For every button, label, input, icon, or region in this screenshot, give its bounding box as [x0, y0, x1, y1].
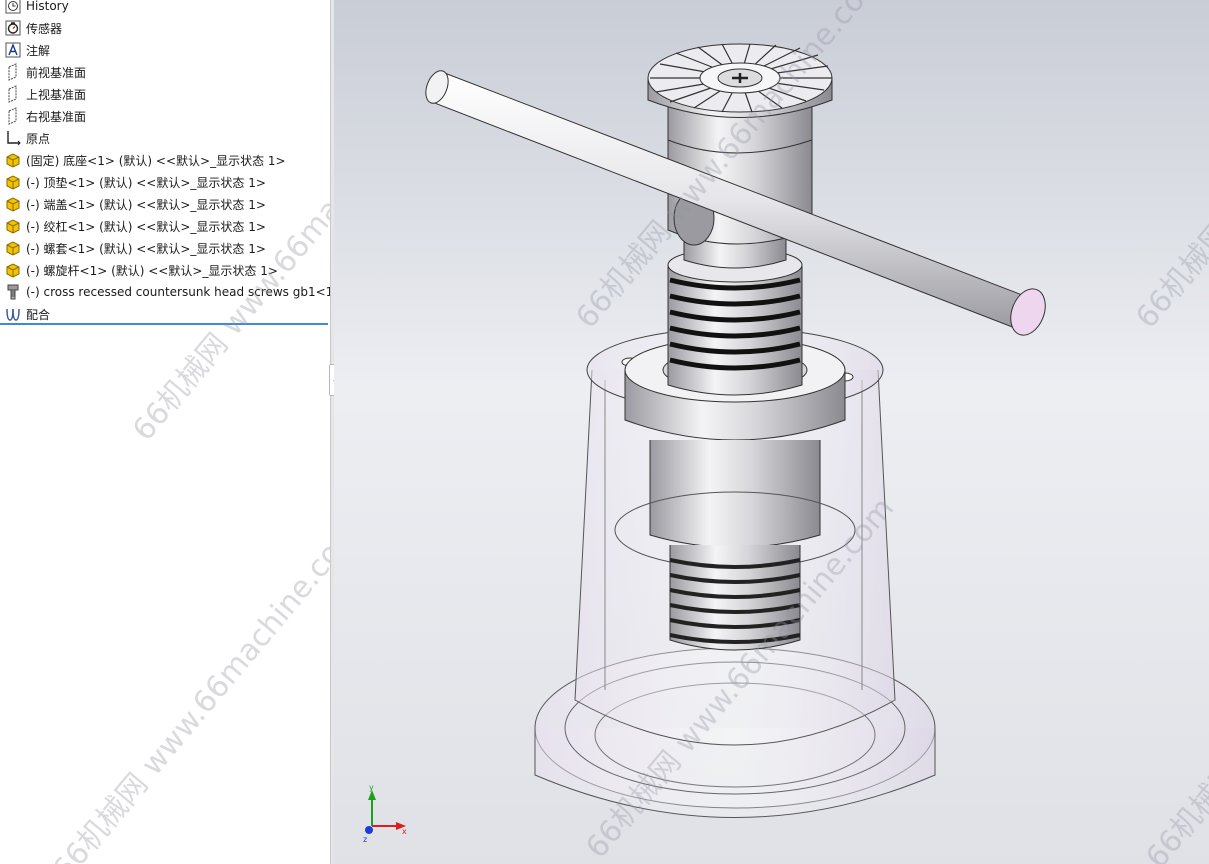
- tree-item-label: (固定) 底座<1> (默认) <<默认>_显示状态 1>: [26, 153, 286, 168]
- triad-z-label: z: [363, 835, 367, 844]
- plane-icon: [4, 63, 22, 81]
- mate-icon: [4, 305, 22, 323]
- view-triad: y x z: [363, 783, 407, 844]
- tree-item-label: 右视基准面: [26, 109, 87, 124]
- tree-item-label: (-) 螺旋杆<1> (默认) <<默认>_显示状态 1>: [26, 263, 278, 278]
- part-icon: [4, 217, 22, 235]
- tree-item-history[interactable]: History: [0, 0, 330, 17]
- watermark: 66机械网 www.66machine.com: [1139, 501, 1209, 864]
- plane-icon: [4, 107, 22, 125]
- graphics-viewport[interactable]: 66机械网 www.66machine.com 66机械网 www.66mach…: [334, 0, 1209, 864]
- triad-y-label: y: [369, 783, 374, 792]
- feature-manager-tree: History 传感器 注解 前视基准面 上视基准面 右视基准面 原点 (固定)…: [0, 0, 330, 864]
- tree-item-right-plane[interactable]: 右视基准面: [0, 105, 330, 127]
- tree-item-label: (-) cross recessed countersunk head scre…: [26, 285, 330, 299]
- plane-icon: [4, 85, 22, 103]
- tree-item-label: 配合: [26, 307, 51, 322]
- tree-item-label: 前视基准面: [26, 65, 87, 80]
- tree-item-label: 上视基准面: [26, 87, 87, 102]
- part-icon: [4, 195, 22, 213]
- tree-item-sensors[interactable]: 传感器: [0, 17, 330, 39]
- part-icon: [4, 173, 22, 191]
- part-icon: [4, 261, 22, 279]
- tree-item-nut-sleeve[interactable]: (-) 螺套<1> (默认) <<默认>_显示状态 1>: [0, 237, 330, 259]
- tree-item-front-plane[interactable]: 前视基准面: [0, 61, 330, 83]
- screw-jack-model: 66机械网 www.66machine.com 66机械网 www.66mach…: [363, 0, 1209, 864]
- tree-item-label: 传感器: [26, 21, 63, 36]
- watermark: 66机械网 www.66machine.com: [1129, 0, 1209, 335]
- watermark: 66机械网 www.66machine.com: [46, 513, 330, 864]
- history-icon: [4, 0, 22, 15]
- tree-item-label: History: [26, 0, 69, 13]
- tree-item-countersunk-screw[interactable]: (-) cross recessed countersunk head scre…: [0, 281, 330, 303]
- triad-x-label: x: [402, 827, 407, 836]
- screw-icon: [4, 283, 22, 301]
- tree-item-label: (-) 顶垫<1> (默认) <<默认>_显示状态 1>: [26, 175, 266, 190]
- tree-item-end-cap[interactable]: (-) 端盖<1> (默认) <<默认>_显示状态 1>: [0, 193, 330, 215]
- tree-item-lever[interactable]: (-) 绞杠<1> (默认) <<默认>_显示状态 1>: [0, 215, 330, 237]
- tree-item-label: 原点: [26, 131, 51, 146]
- tree-item-top-pad[interactable]: (-) 顶垫<1> (默认) <<默认>_显示状态 1>: [0, 171, 330, 193]
- tree-item-label: (-) 绞杠<1> (默认) <<默认>_显示状态 1>: [26, 219, 266, 234]
- tree-item-mates[interactable]: 配合: [0, 303, 330, 325]
- part-icon: [4, 151, 22, 169]
- annotation-icon: [4, 41, 22, 59]
- tree-item-base[interactable]: (固定) 底座<1> (默认) <<默认>_显示状态 1>: [0, 149, 330, 171]
- tree-item-screw-rod[interactable]: (-) 螺旋杆<1> (默认) <<默认>_显示状态 1>: [0, 259, 330, 281]
- tree-item-label: (-) 端盖<1> (默认) <<默认>_显示状态 1>: [26, 197, 266, 212]
- part-icon: [4, 239, 22, 257]
- sensor-icon: [4, 19, 22, 37]
- tree-divider: [0, 323, 328, 325]
- origin-icon: [4, 129, 22, 147]
- tree-item-origin[interactable]: 原点: [0, 127, 330, 149]
- tree-item-top-plane[interactable]: 上视基准面: [0, 83, 330, 105]
- tree-item-label: 注解: [26, 43, 51, 58]
- tree-item-label: (-) 螺套<1> (默认) <<默认>_显示状态 1>: [26, 241, 266, 256]
- tree-item-annotations[interactable]: 注解: [0, 39, 330, 61]
